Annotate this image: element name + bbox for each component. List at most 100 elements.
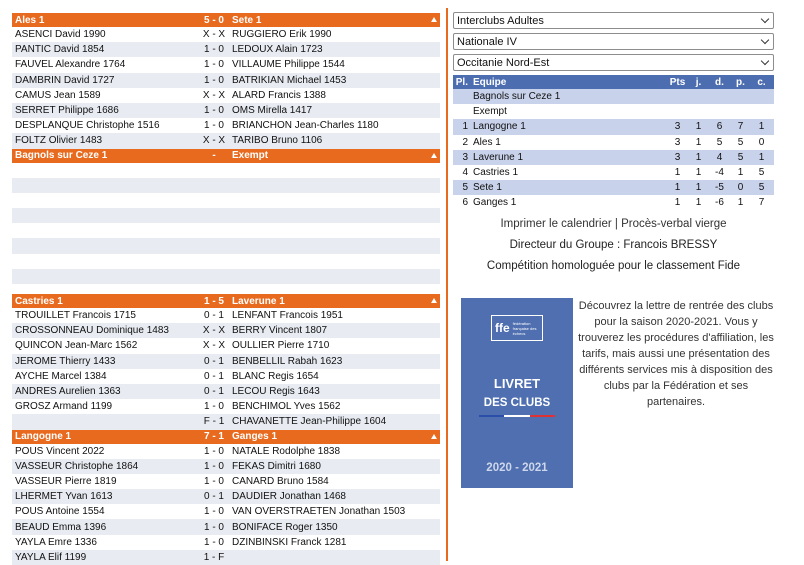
board-row: CAMUS Jean 1589 X - X ALARD Francis 1388 — [12, 88, 440, 103]
board-result: X - X — [202, 325, 226, 337]
board-row: GROSZ Armand 1199 1 - 0 BENCHIMOL Yves 156… — [12, 399, 440, 414]
standings-c: 0 — [758, 136, 765, 148]
board-row — [12, 163, 440, 178]
board-away-player: LENFANT Francois 1951 — [232, 310, 343, 322]
document-links: Imprimer le calendrier | Procès-verbal v… — [453, 218, 774, 230]
match-header[interactable]: Castries 1 1 - 5 Laverune 1 — [12, 294, 440, 308]
standings-p: 1 — [737, 167, 744, 179]
board-away-player: VILLAUME Philippe 1544 — [232, 59, 345, 71]
division-select[interactable]: Nationale IV — [453, 33, 774, 50]
standings-row: 3 Laverune 1 3 1 4 5 1 — [453, 149, 774, 165]
standings-row: Exempt — [453, 104, 774, 119]
group-select[interactable]: Occitanie Nord-Est — [453, 54, 774, 71]
board-row — [12, 268, 440, 284]
chevron-down-icon — [760, 56, 770, 66]
board-home-player: VASSEUR Christophe 1864 — [15, 460, 139, 472]
board-home-player: BEAUD Emma 1396 — [15, 521, 107, 533]
standings-j: 1 — [695, 167, 702, 179]
standings-j: 1 — [695, 136, 702, 148]
board-away-player: CANARD Bruno 1584 — [232, 475, 329, 487]
standings-table: Pl. Equipe Pts j. d. p. c. Bagnols sur C… — [453, 75, 774, 211]
board-result: F - 1 — [203, 416, 225, 428]
division-select-value: Nationale IV — [457, 35, 517, 48]
board-row — [12, 177, 440, 193]
standings-pts: 1 — [674, 167, 681, 179]
standings-team: Bagnols sur Ceze 1 — [473, 91, 561, 103]
board-result: 1 - 0 — [203, 506, 224, 518]
fide-homologation: Compétition homologuée pour le classemen… — [486, 259, 741, 272]
standings-team: Langogne 1 — [473, 121, 526, 133]
collapse-arrow-icon[interactable] — [431, 433, 437, 439]
link-separator: | — [611, 217, 622, 230]
match-header[interactable]: Ales 1 5 - 0 Sete 1 — [12, 13, 440, 27]
livret-cover-image[interactable]: ffe fédération française des échecs LIVR… — [461, 298, 573, 488]
board-row: TROUILLET Francois 1715 0 - 1 LENFANT Fran… — [12, 308, 440, 323]
standings-c: 1 — [758, 151, 765, 163]
standings-place: 2 — [462, 136, 468, 148]
board-away-player: BONIFACE Roger 1350 — [232, 521, 338, 533]
board-row: POUS Vincent 2022 1 - 0 NATALE Rodolphe 18… — [12, 444, 440, 459]
board-result: X - X — [202, 135, 226, 147]
match-score: 5 - 0 — [203, 14, 224, 26]
standings-p: 5 — [737, 136, 744, 148]
board-away-player: DAUDIER Jonathan 1468 — [232, 491, 346, 503]
board-home-player: FAUVEL Alexandre 1764 — [15, 59, 126, 71]
board-row — [12, 223, 440, 238]
board-away-player: FEKAS Dimitri 1680 — [232, 460, 321, 472]
competition-select[interactable]: Interclubs Adultes — [453, 12, 774, 29]
col-header-p: p. — [736, 76, 745, 88]
board-row: ANDRES Aurelien 1363 0 - 1 LECOU Regis 164… — [12, 383, 440, 400]
standings-place: 5 — [462, 182, 468, 194]
collapse-arrow-icon[interactable] — [431, 17, 437, 22]
board-result: 1 - 0 — [203, 460, 224, 472]
print-calendar-link[interactable]: Imprimer le calendrier — [500, 218, 611, 230]
standings-place: 4 — [462, 167, 468, 179]
board-row: CROSSONNEAU Dominique 1483 X - X BERRY Vin… — [12, 323, 440, 339]
board-row: VASSEUR Christophe 1864 1 - 0 FEKAS Dimitr… — [12, 458, 440, 474]
match-header[interactable]: Bagnols sur Ceze 1 - Exempt — [12, 148, 440, 163]
board-row: AYCHE Marcel 1384 0 - 1 BLANC Regis 1654 — [12, 369, 440, 384]
board-home-player: CROSSONNEAU Dominique 1483 — [15, 325, 169, 337]
standings-row: Bagnols sur Ceze 1 — [453, 89, 774, 105]
board-home-player: POUS Vincent 2022 — [15, 445, 105, 457]
board-row: JEROME Thierry 1433 0 - 1 BENBELLIL Rabah … — [12, 353, 440, 369]
board-result: X - X — [202, 89, 226, 101]
standings-pts: 3 — [674, 121, 681, 133]
board-row — [12, 254, 440, 269]
collapse-arrow-icon[interactable] — [431, 298, 437, 303]
board-row — [12, 238, 440, 254]
standings-d: 6 — [716, 121, 723, 133]
board-home-player: QUINCON Jean-Marc 1562 — [15, 340, 138, 352]
standings-d: -6 — [715, 197, 724, 209]
board-away-player: OMS Mirella 1417 — [232, 105, 313, 117]
standings-row: 6 Ganges 1 1 1 -6 1 7 — [453, 195, 774, 210]
board-row: DESPLANQUE Christophe 1516 1 - 0 BRIANCHON… — [12, 118, 440, 133]
blank-report-link[interactable]: Procès-verbal vierge — [621, 218, 726, 230]
board-home-player: DAMBRIN David 1727 — [15, 74, 115, 86]
board-away-player: CHAVANETTE Jean-Philippe 1604 — [232, 416, 387, 428]
board-home-player: ASENCI David 1990 — [15, 29, 106, 41]
collapse-arrow-icon[interactable] — [431, 152, 437, 158]
standings-j: 1 — [695, 197, 702, 209]
standings-pts: 1 — [674, 197, 681, 209]
match-away-team: Exempt — [232, 150, 269, 161]
board-home-player: TROUILLET Francois 1715 — [15, 310, 136, 322]
board-home-player: AYCHE Marcel 1384 — [15, 370, 107, 382]
standings-p: 1 — [737, 197, 744, 209]
match-header[interactable]: Langogne 1 7 - 1 Ganges 1 — [12, 429, 440, 444]
tricolor-stripe — [479, 415, 555, 417]
board-away-player: TARIBO Bruno 1106 — [232, 135, 323, 147]
standings-place: 6 — [462, 197, 468, 209]
board-result: 1 - 0 — [203, 59, 224, 71]
board-row: LHERMET Yvan 1613 0 - 1 DAUDIER Jonathan 1… — [12, 489, 440, 505]
ffe-logo-subtext: fédération française des échecs — [512, 320, 537, 336]
col-header-d: d. — [715, 76, 724, 88]
board-row — [12, 193, 440, 208]
board-away-player: DZINBINSKI Franck 1281 — [232, 536, 347, 548]
board-home-player: SERRET Philippe 1686 — [15, 105, 119, 117]
board-away-player: BENCHIMOL Yves 1562 — [232, 401, 341, 413]
standings-j: 1 — [695, 182, 702, 194]
match-block: Ales 1 5 - 0 Sete 1 ASENCI David 1990 X -… — [12, 13, 440, 149]
standings-team: Ganges 1 — [473, 197, 517, 209]
board-away-player: ALARD Francis 1388 — [232, 89, 326, 101]
